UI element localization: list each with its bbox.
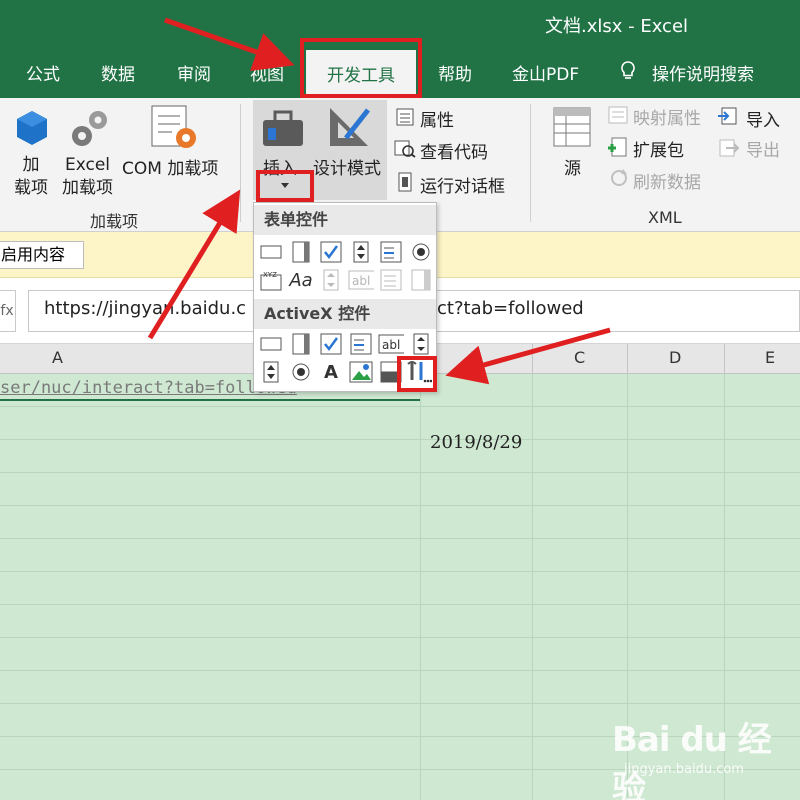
arrow-to-insert — [147, 189, 241, 340]
baidu-logo-text: Bai du 经验 — [612, 720, 772, 800]
annotation-arrows — [147, 17, 611, 385]
arrow-to-more-controls — [445, 327, 611, 385]
baidu-watermark: Bai du 经验 jingyan.baidu.com — [612, 712, 800, 800]
arrow-to-developer-tab — [164, 17, 295, 71]
watermark-site-text: jingyan.baidu.com — [624, 762, 744, 777]
